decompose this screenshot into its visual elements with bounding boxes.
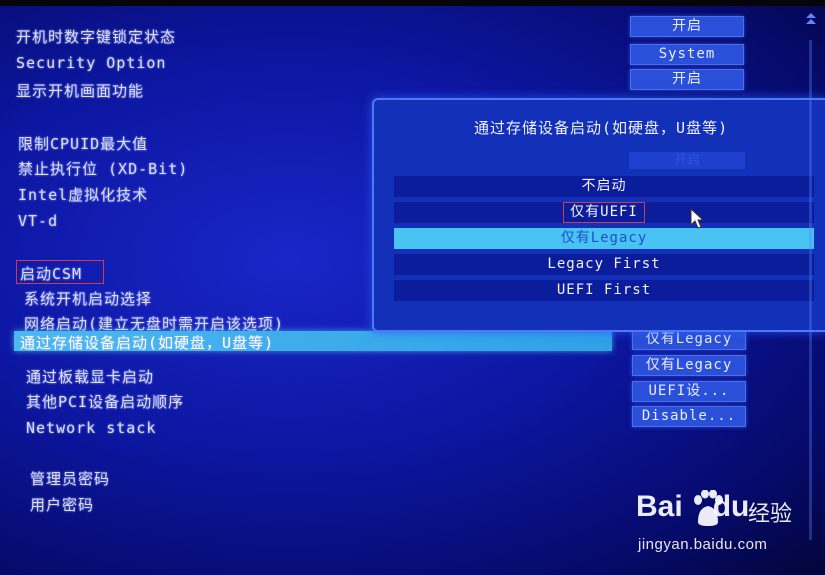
scroll-track[interactable]: [809, 40, 812, 540]
scrollbar[interactable]: [804, 10, 818, 550]
setting-network-stack-label[interactable]: Network stack: [26, 419, 156, 437]
value-network-stack[interactable]: Disable...: [632, 406, 746, 427]
value-numlock[interactable]: 开启: [630, 16, 744, 37]
setting-security-option-label[interactable]: Security Option: [16, 54, 166, 72]
setting-admin-password-label[interactable]: 管理员密码: [30, 468, 110, 489]
setting-launch-csm-label[interactable]: 启动CSM: [20, 263, 82, 284]
selected-setting-row[interactable]: 通过存储设备启动(如硬盘，U盘等): [14, 331, 612, 353]
storage-boot-popup: 通过存储设备启动(如硬盘，U盘等) 开启 不启动 仅有UEFI 仅有Legacy…: [372, 98, 825, 332]
setting-storage-boot-label[interactable]: 通过存储设备启动(如硬盘，U盘等): [20, 332, 274, 353]
screen-frame-top: [0, 0, 825, 6]
setting-boot-mode-select-label[interactable]: 系统开机启动选择: [24, 288, 152, 309]
setting-cpuid-limit-label[interactable]: 限制CPUID最大值: [18, 133, 148, 154]
baidu-watermark: Bai du 经验 jingyan.baidu.com: [628, 489, 818, 560]
bios-screen: 开机时数字键锁定状态 Security Option 显示开机画面功能 限制CP…: [0, 0, 825, 575]
popup-ghost-value: 开启: [629, 152, 745, 169]
setting-numlock-label[interactable]: 开机时数字键锁定状态: [16, 26, 176, 47]
popup-option-uefi-first[interactable]: UEFI First: [394, 280, 814, 301]
popup-option-disabled[interactable]: 不启动: [394, 176, 814, 197]
baidu-paw-icon: [692, 489, 724, 532]
popup-title: 通过存储设备启动(如硬盘，U盘等): [474, 119, 729, 137]
popup-option-uefi-only[interactable]: 仅有UEFI: [394, 202, 814, 223]
value-security-option[interactable]: System: [630, 44, 744, 65]
popup-option-legacy-first[interactable]: Legacy First: [394, 254, 814, 275]
value-storage-boot[interactable]: 仅有Legacy: [632, 329, 746, 350]
watermark-brand-left: Bai: [636, 490, 683, 523]
setting-user-password-label[interactable]: 用户密码: [30, 494, 94, 515]
value-boot-logo[interactable]: 开启: [630, 69, 744, 90]
mouse-cursor-icon: [690, 207, 706, 234]
value-onboard-gpu-boot[interactable]: 仅有Legacy: [632, 355, 746, 376]
setting-boot-logo-label[interactable]: 显示开机画面功能: [16, 80, 144, 101]
setting-pci-boot-order-label[interactable]: 其他PCI设备启动顺序: [26, 391, 184, 412]
popup-option-legacy-only[interactable]: 仅有Legacy: [394, 228, 814, 249]
watermark-url: jingyan.baidu.com: [638, 536, 768, 553]
scroll-up-arrow-icon[interactable]: [804, 10, 818, 34]
watermark-jingyan: 经验: [748, 502, 793, 527]
setting-xd-bit-label[interactable]: 禁止执行位 (XD-Bit): [18, 158, 188, 179]
setting-intel-virtualization-label[interactable]: Intel虚拟化技术: [18, 184, 148, 205]
uefi-only-marker: 仅有UEFI: [563, 202, 645, 223]
setting-vt-d-label[interactable]: VT-d: [18, 212, 58, 230]
setting-onboard-gpu-boot-label[interactable]: 通过板载显卡启动: [26, 366, 154, 387]
value-pci-boot-order[interactable]: UEFI设...: [632, 381, 746, 402]
